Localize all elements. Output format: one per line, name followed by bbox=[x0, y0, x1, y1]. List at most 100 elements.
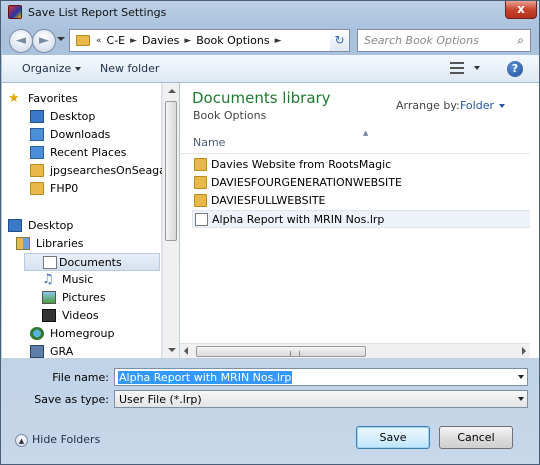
organize-label: Organize bbox=[22, 62, 72, 75]
libraries-icon bbox=[16, 237, 30, 250]
breadcrumb-item[interactable]: Book Options bbox=[193, 34, 272, 47]
save-type-select[interactable]: User File (*.lrp) bbox=[114, 390, 528, 408]
sidebar-item-videos[interactable]: Videos bbox=[42, 307, 158, 325]
folder-icon bbox=[194, 176, 207, 189]
sidebar-item-homegroup[interactable]: Homegroup bbox=[30, 325, 158, 343]
sidebar-item-music[interactable]: ♫ Music bbox=[42, 271, 158, 289]
folder-icon bbox=[194, 158, 207, 171]
hide-folders-label: Hide Folders bbox=[32, 433, 101, 446]
horizontal-scrollbar[interactable] bbox=[180, 343, 530, 358]
file-name-label: File name: bbox=[52, 371, 109, 384]
library-subtitle: Book Options bbox=[193, 109, 267, 122]
scroll-down-icon[interactable] bbox=[168, 348, 176, 352]
chevron-down-icon[interactable] bbox=[474, 66, 480, 70]
chevron-right-icon[interactable]: ► bbox=[182, 36, 193, 46]
chevron-right-icon[interactable]: ► bbox=[128, 36, 139, 46]
desktop-icon bbox=[30, 110, 44, 123]
folder-icon bbox=[30, 182, 44, 195]
chevron-right-icon[interactable]: ► bbox=[273, 36, 284, 46]
chevron-up-icon: ▲ bbox=[15, 433, 28, 447]
homegroup-icon bbox=[30, 327, 44, 340]
file-icon bbox=[195, 213, 208, 226]
view-options-icon[interactable] bbox=[450, 62, 464, 74]
library-title: Documents library bbox=[192, 89, 331, 107]
downloads-icon bbox=[30, 128, 44, 141]
scrollbar-thumb[interactable] bbox=[165, 101, 177, 241]
list-item[interactable]: Alpha Report with MRIN Nos.lrp bbox=[192, 210, 532, 228]
save-button[interactable]: Save bbox=[356, 426, 430, 449]
save-type-label: Save as type: bbox=[34, 393, 109, 406]
search-input[interactable]: Search Book Options ⌕ bbox=[357, 29, 531, 52]
back-button[interactable]: ◄ bbox=[9, 29, 33, 53]
list-item[interactable]: Davies Website from RootsMagic bbox=[192, 156, 492, 174]
file-list-right-edge bbox=[530, 83, 539, 358]
sidebar-item-downloads[interactable]: Downloads bbox=[30, 126, 158, 144]
videos-icon bbox=[42, 309, 56, 322]
sort-ascending-icon: ▲ bbox=[363, 129, 369, 137]
sidebar-item-desktop-root[interactable]: Desktop bbox=[8, 217, 158, 235]
scroll-right-icon[interactable] bbox=[522, 347, 526, 355]
refresh-button[interactable]: ↻ bbox=[330, 29, 350, 52]
scroll-up-icon[interactable] bbox=[168, 89, 176, 93]
command-bar: Organize New folder ? bbox=[2, 55, 539, 83]
list-item[interactable]: DAVIESFOURGENERATIONWEBSITE bbox=[192, 174, 492, 192]
sidebar-item-desktop[interactable]: Desktop bbox=[30, 108, 158, 126]
save-dialog: Save List Report Settings x ◄ ► « C-E ► … bbox=[0, 0, 540, 465]
save-type-value: User File (*.lrp) bbox=[119, 393, 202, 406]
organize-menu[interactable]: Organize bbox=[22, 62, 82, 75]
sidebar-item-libraries[interactable]: Libraries bbox=[16, 235, 158, 253]
arrange-by-label: Arrange by: bbox=[396, 99, 460, 112]
list-item[interactable]: DAVIESFULLWEBSITE bbox=[192, 192, 492, 210]
arrange-by-value: Folder bbox=[460, 99, 494, 112]
title-bar: Save List Report Settings x bbox=[1, 1, 539, 25]
chevron-down-icon bbox=[499, 104, 505, 108]
address-bar[interactable]: « C-E ► Davies ► Book Options ► ▼ bbox=[69, 29, 349, 52]
recent-places-icon bbox=[30, 146, 44, 159]
search-icon[interactable]: ⌕ bbox=[517, 33, 524, 48]
sidebar-item-fhp0[interactable]: FHP0 bbox=[30, 180, 158, 198]
grip-icon bbox=[290, 351, 300, 356]
column-header-divider bbox=[180, 153, 530, 154]
cancel-button[interactable]: Cancel bbox=[439, 426, 513, 449]
folder-icon bbox=[194, 194, 207, 207]
chevron-down-icon[interactable] bbox=[518, 375, 524, 379]
computer-icon bbox=[30, 345, 44, 358]
navigation-row: ◄ ► « C-E ► Davies ► Book Options ► ▼ ↻ … bbox=[1, 25, 539, 55]
sidebar-item-documents[interactable]: Documents bbox=[24, 253, 160, 271]
help-icon[interactable]: ? bbox=[507, 61, 523, 77]
pictures-icon bbox=[42, 291, 56, 304]
breadcrumb-item[interactable]: Davies bbox=[139, 34, 182, 47]
recent-locations-dropdown[interactable] bbox=[57, 37, 65, 41]
app-icon bbox=[8, 5, 22, 19]
navigation-pane-scrollbar[interactable] bbox=[162, 83, 179, 358]
scrollbar-thumb[interactable] bbox=[196, 346, 366, 357]
desktop-icon bbox=[8, 219, 22, 232]
new-folder-button[interactable]: New folder bbox=[100, 62, 159, 75]
folder-icon bbox=[30, 164, 44, 177]
music-icon: ♫ bbox=[42, 272, 54, 287]
hide-folders-button[interactable]: ▲ Hide Folders bbox=[15, 433, 100, 447]
sidebar-item-gra[interactable]: GRA bbox=[30, 343, 158, 361]
breadcrumb-item[interactable]: C-E bbox=[104, 34, 129, 47]
documents-icon bbox=[43, 256, 57, 269]
folder-icon bbox=[76, 35, 90, 46]
arrange-by-dropdown[interactable]: Folder bbox=[460, 99, 505, 112]
chevron-down-icon[interactable] bbox=[518, 397, 524, 401]
file-name-input[interactable]: Alpha Report with MRIN Nos.lrp bbox=[114, 368, 528, 386]
sidebar-item-pictures[interactable]: Pictures bbox=[42, 289, 158, 307]
column-header-name[interactable]: Name bbox=[193, 136, 225, 149]
window-title: Save List Report Settings bbox=[28, 6, 167, 19]
refresh-icon: ↻ bbox=[334, 33, 345, 47]
chevron-down-icon bbox=[75, 67, 82, 71]
sidebar-item-recent-places[interactable]: Recent Places bbox=[30, 144, 158, 162]
star-icon: ★ bbox=[8, 91, 20, 106]
scroll-left-icon[interactable] bbox=[184, 347, 188, 355]
sidebar-item-jpgsearchesonseagate[interactable]: jpgsearchesOnSeagate bbox=[30, 162, 177, 180]
file-list-pane: Documents library Book Options Arrange b… bbox=[180, 83, 532, 358]
sidebar-item-favorites[interactable]: ★ Favorites bbox=[8, 90, 158, 108]
navigation-pane: ★ Favorites Desktop Downloads Recent Plac… bbox=[2, 83, 177, 361]
file-name-value[interactable]: Alpha Report with MRIN Nos.lrp bbox=[118, 371, 293, 384]
forward-button[interactable]: ► bbox=[32, 29, 56, 53]
close-button[interactable]: x bbox=[505, 1, 537, 19]
breadcrumb-overflow[interactable]: « bbox=[94, 36, 104, 46]
